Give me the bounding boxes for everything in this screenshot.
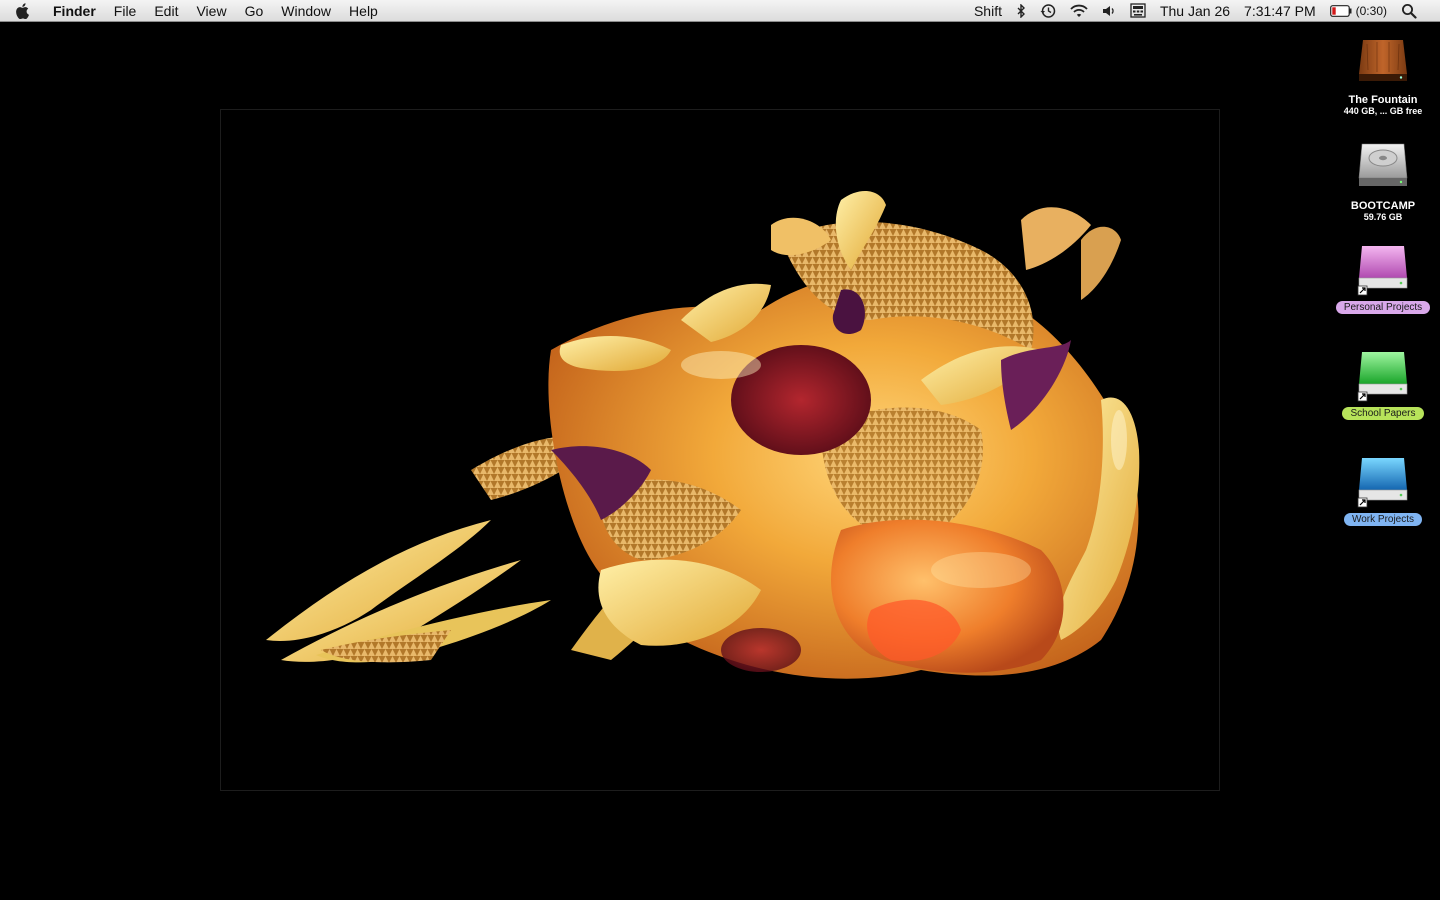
- menu-go[interactable]: Go: [236, 0, 273, 22]
- menu-edit[interactable]: Edit: [145, 0, 187, 22]
- desktop-icon-bootcamp[interactable]: BOOTCAMP 59.76 GB: [1335, 140, 1431, 222]
- apple-menu-icon[interactable]: [0, 0, 44, 22]
- green-drive-alias-icon: [1355, 348, 1411, 404]
- hard-drive-icon: [1355, 140, 1411, 196]
- purple-drive-alias-icon: [1355, 242, 1411, 298]
- bluetooth-icon[interactable]: [1009, 0, 1033, 22]
- menu-file[interactable]: File: [105, 0, 146, 22]
- desktop-icon-label: The Fountain: [1348, 94, 1418, 106]
- menu-help[interactable]: Help: [340, 0, 387, 22]
- menu-app-finder[interactable]: Finder: [44, 0, 105, 22]
- battery-time-text: (0:30): [1355, 3, 1387, 18]
- desktop-icon-label: BOOTCAMP: [1350, 200, 1416, 212]
- desktop-icon-label: Personal Projects: [1335, 301, 1431, 314]
- desktop-icon-the-fountain[interactable]: The Fountain 440 GB, ... GB free: [1335, 34, 1431, 116]
- clock-text[interactable]: 7:31:47 PM: [1237, 0, 1323, 22]
- battery-icon[interactable]: (0:30): [1323, 0, 1394, 22]
- menu-view[interactable]: View: [187, 0, 235, 22]
- wood-drive-icon: [1355, 34, 1411, 90]
- time-machine-icon[interactable]: [1033, 0, 1063, 22]
- menu-bar: Finder File Edit View Go Window Help Shi…: [0, 0, 1440, 22]
- wifi-icon[interactable]: [1063, 0, 1095, 22]
- desktop-icon-label: School Papers: [1342, 407, 1424, 420]
- volume-icon[interactable]: [1095, 0, 1123, 22]
- desktop-icon-info: 59.76 GB: [1363, 212, 1403, 222]
- desktop-icon-label: Work Projects: [1343, 513, 1423, 526]
- blue-drive-alias-icon: [1355, 454, 1411, 510]
- desktop-icon-work-projects[interactable]: Work Projects: [1335, 454, 1431, 526]
- input-source-menu[interactable]: Shift: [967, 0, 1009, 22]
- desktop-icon-personal-projects[interactable]: Personal Projects: [1335, 242, 1431, 314]
- desktop-icon-school-papers[interactable]: School Papers: [1335, 348, 1431, 420]
- spotlight-icon[interactable]: [1394, 0, 1424, 22]
- wallpaper-image: [220, 109, 1220, 791]
- date-text[interactable]: Thu Jan 26: [1153, 0, 1237, 22]
- keyboard-viewer-icon[interactable]: [1123, 0, 1153, 22]
- desktop-icon-info: 440 GB, ... GB free: [1343, 106, 1423, 116]
- menu-window[interactable]: Window: [272, 0, 340, 22]
- desktop: The Fountain 440 GB, ... GB free BOOTCAM…: [0, 22, 1440, 900]
